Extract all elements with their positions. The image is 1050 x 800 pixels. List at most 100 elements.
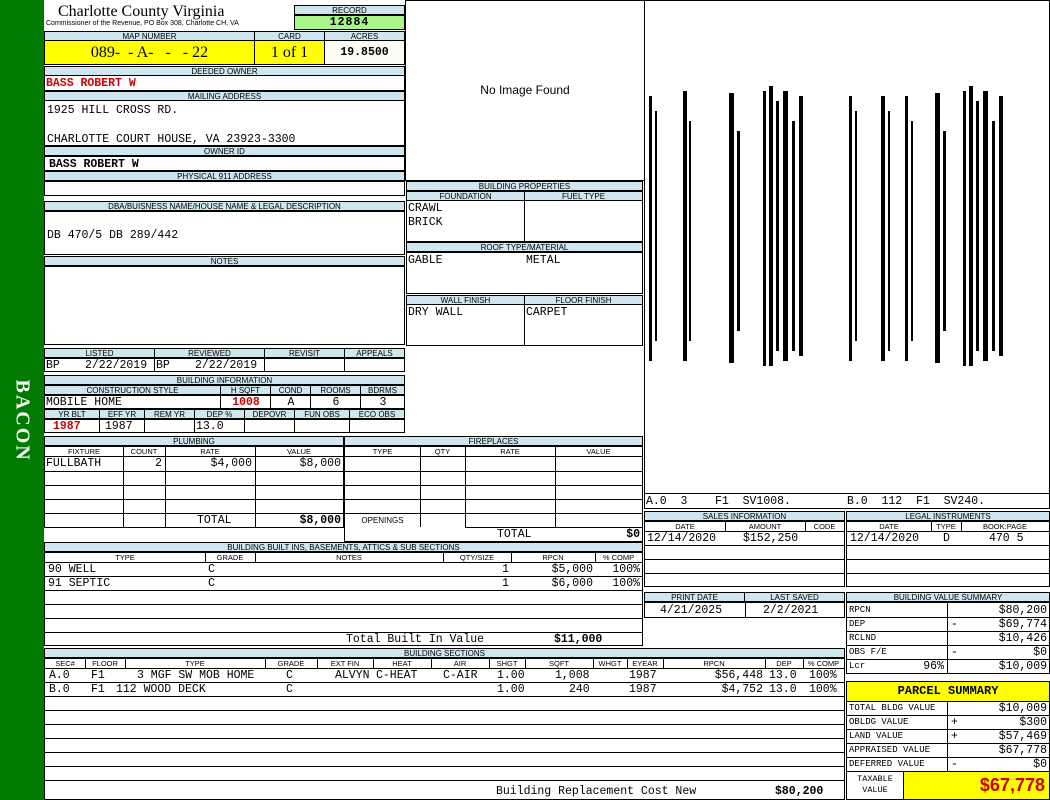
bs-sec-a: A.0 — [49, 669, 70, 682]
bs-type-a: 3 MGF SW MOB HOME — [137, 669, 255, 682]
legal-box: DB 470/5 DB 289/442 — [44, 211, 405, 255]
no-image-text: No Image Found — [480, 83, 570, 97]
effyr: 1987 — [105, 420, 133, 433]
bs-comp-a: 100% — [809, 669, 837, 682]
builtins-col-grade: GRADE — [216, 553, 244, 562]
bs-col-extfin: EXT FIN — [330, 659, 360, 668]
address-line3: CHARLOTTE COURT HOUSE, VA 23923-3300 — [47, 133, 296, 146]
bs-col-shgt: SHGT — [496, 659, 518, 668]
sketch-drawing — [649, 86, 1003, 366]
address-line1: 1925 HILL CROSS RD. — [47, 104, 179, 117]
bs-sqft-b: 240 — [569, 683, 590, 696]
taxable-label-2: VALUE — [862, 785, 888, 795]
construction-style: MOBILE HOME — [46, 396, 122, 409]
builtins-col-comp: % COMP — [602, 553, 635, 562]
bs-sqft-a: 1,008 — [555, 669, 590, 682]
bs-shgt-b: 1.00 — [497, 683, 525, 696]
fireplaces-header: FIREPLACES — [344, 436, 643, 446]
vs-rclnd-label: RCLND — [849, 633, 877, 643]
sketch-label-row: A.0 3 F1 SV1008. B.0 112 F1 SV240. — [644, 493, 1050, 509]
replacement-cost-label: Building Replacement Cost New — [496, 785, 697, 798]
plumbing-rate: $4,000 — [210, 457, 252, 470]
plumbing-header: PLUMBING — [44, 436, 344, 446]
bs-col-type: TYPE — [185, 659, 205, 668]
bs-sec-b: B.0 — [49, 683, 70, 696]
bs-heat-a: C-HEAT — [376, 669, 418, 682]
ps-obldg-label: OBLDG VALUE — [849, 717, 909, 727]
last-saved-header: LAST SAVED — [744, 592, 845, 602]
taxable-value-box: $67,778 — [903, 771, 1050, 800]
bs-eyear-b: 1987 — [629, 683, 657, 696]
parcel-summary-title: PARCEL SUMMARY — [846, 681, 1050, 702]
builtins-col-rpcn: RPCN — [542, 553, 564, 562]
ps-total-bldg-value: $10,009 — [998, 702, 1047, 715]
print-date-header: PRINT DATE — [644, 592, 745, 602]
vs-obs-value: $0 — [1033, 646, 1047, 659]
legal-col-type: TYPE — [936, 522, 956, 531]
bs-comp-b: 100% — [809, 683, 837, 696]
physical-address-header: PHYSICAL 911 ADDRESS — [44, 171, 405, 181]
builtins-header: BUILDING BUILT INS, BASEMENTS, ATTICS & … — [44, 542, 643, 552]
roof-box: GABLE METAL — [406, 252, 643, 294]
sketch-label-a-text: A.0 3 F1 SV1008. — [646, 495, 791, 508]
building-sections-header: BUILDING SECTIONS — [44, 648, 845, 658]
sales-table: DATE AMOUNT CODE 12/14/2020 $152,250 — [644, 521, 845, 587]
appeals-header: APPEALS — [344, 348, 405, 358]
fireplace-col-rate: RATE — [500, 447, 520, 456]
bs-shgt-a: 1.00 — [497, 669, 525, 682]
builtins-total: $11,000 — [554, 633, 603, 646]
record-number: 12884 — [294, 15, 405, 30]
builtin-grade-1: C — [208, 563, 215, 576]
builtins-col-notes: NOTES — [336, 553, 362, 562]
card-number: 1 of 1 — [254, 40, 325, 65]
builtin-comp-2: 100% — [612, 577, 640, 590]
builtin-qty-1: 1 — [502, 563, 509, 576]
fireplace-total: $0 — [626, 528, 640, 541]
vs-rpcn-label: RPCN — [849, 605, 871, 615]
building-info-header: BUILDING INFORMATION — [44, 375, 405, 385]
listed-by: BP — [46, 359, 60, 372]
bs-type-b: 112 WOOD DECK — [116, 683, 206, 696]
vs-obs-label: OBS F/E — [849, 647, 887, 657]
fireplace-total-label: TOTAL — [497, 528, 532, 541]
ps-land-label: LAND VALUE — [849, 731, 904, 741]
builtins-col-type: TYPE — [115, 553, 135, 562]
ps-deferred-label: DEFERRED VALUE — [849, 759, 925, 769]
acres-value: 19.8500 — [324, 40, 405, 65]
replacement-cost: $80,200 — [775, 785, 824, 798]
bs-grade-b: C — [286, 683, 293, 696]
legal-instrument-date: 12/14/2020 — [850, 532, 920, 545]
last-saved: 2/2/2021 — [763, 604, 819, 617]
sale-date: 12/14/2020 — [647, 532, 717, 545]
deeded-owner: BASS ROBERT W — [46, 77, 136, 90]
value-summary-header: BUILDING VALUE SUMMARY — [846, 592, 1050, 602]
record-header: RECORD — [294, 5, 405, 15]
builtin-type-1: 90 WELL — [48, 563, 97, 576]
depovr-header: DEPOVR — [244, 409, 295, 419]
fireplace-col-value: VALUE — [586, 447, 611, 456]
bs-col-eyear: EYEAR — [632, 659, 658, 668]
vs-lcr-value: $10,009 — [998, 660, 1047, 673]
ecoobs-header: ECO OBS — [349, 409, 405, 419]
owner-id-header: OWNER ID — [44, 146, 405, 156]
vs-lcr-label: Lcr — [849, 661, 866, 671]
floor-finish-box: CARPET — [524, 304, 643, 346]
plumbing-col-count: COUNT — [130, 447, 158, 456]
builtin-grade-2: C — [208, 577, 215, 590]
taxable-label-1: TAXABLE — [857, 774, 893, 784]
ps-obldg-value: $300 — [1019, 716, 1047, 729]
map-number: 089- - A- - - 22 — [44, 40, 255, 65]
plumbing-col-fixture: FIXTURE — [67, 447, 101, 456]
roof-type: GABLE — [408, 254, 443, 267]
funobs-header: FUN OBS — [294, 409, 350, 419]
ps-land-value: $57,469 — [998, 730, 1047, 743]
building-info-row2: 1987 1987 13.0 — [44, 419, 405, 433]
notes-header: NOTES — [44, 256, 405, 266]
bs-col-whgt: WHGT — [598, 659, 622, 668]
builtin-comp-1: 100% — [612, 563, 640, 576]
hsqft-header: H SQFT — [220, 385, 271, 395]
builtin-qty-2: 1 — [502, 577, 509, 590]
construction-style-header: CONSTRUCTION STYLE — [44, 385, 221, 395]
sales-col-amount: AMOUNT — [748, 522, 782, 531]
legal-instrument-book: 470 5 — [989, 532, 1024, 545]
